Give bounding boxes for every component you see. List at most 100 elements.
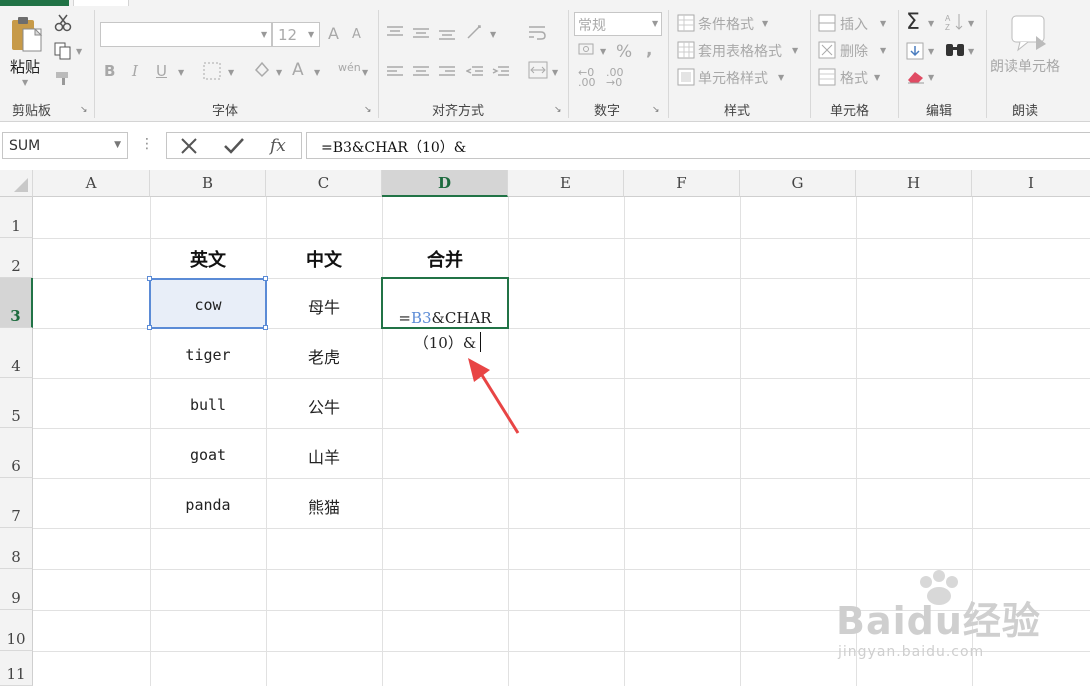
shrink-font-button[interactable]: A (352, 27, 361, 42)
row-header-4[interactable]: 4 (0, 328, 33, 378)
delete-cells-icon[interactable] (818, 41, 836, 63)
paste-dropdown-icon[interactable]: ▼ (22, 78, 28, 87)
row-header-2[interactable]: 2 (0, 238, 33, 278)
fill-dropdown-icon[interactable]: ▼ (928, 47, 934, 56)
name-box-dropdown-icon[interactable]: ▼ (114, 140, 121, 150)
cancel-entry-icon[interactable] (179, 137, 199, 159)
increase-decimal-button[interactable]: ←0 .00 (578, 67, 596, 88)
column-header-f[interactable]: F (624, 170, 740, 197)
format-cells-button[interactable]: 格式 (840, 68, 868, 88)
percent-button[interactable]: % (616, 42, 632, 62)
column-header-e[interactable]: E (508, 170, 624, 197)
font-color-dropdown-icon[interactable]: ▼ (314, 68, 320, 77)
insert-cells-icon[interactable] (818, 14, 836, 36)
cut-icon[interactable] (54, 14, 72, 36)
decrease-decimal-button[interactable]: .00 →0 (606, 67, 624, 88)
insert-function-icon[interactable]: fx (268, 134, 293, 160)
align-bottom-icon[interactable] (438, 28, 456, 47)
autosum-dropdown-icon[interactable]: ▼ (928, 19, 934, 28)
cell-c3[interactable]: 母牛 (266, 294, 382, 318)
select-all-corner[interactable] (0, 170, 33, 197)
cell-styles-button[interactable]: 单元格样式 (698, 68, 768, 88)
format-cells-icon[interactable] (818, 68, 836, 90)
cell-b7[interactable]: panda (150, 496, 266, 514)
cell-c7[interactable]: 熊猫 (266, 494, 382, 518)
column-header-i[interactable]: I (972, 170, 1090, 197)
align-middle-icon[interactable] (412, 26, 430, 45)
fill-icon[interactable] (906, 42, 924, 64)
font-launcher-icon[interactable]: ↘ (364, 105, 372, 115)
sort-filter-icon[interactable]: AZ (944, 12, 966, 36)
cell-b4[interactable]: tiger (150, 346, 266, 364)
row-header-9[interactable]: 9 (0, 569, 33, 610)
selection-handle[interactable] (147, 276, 152, 281)
conditional-format-dropdown-icon[interactable]: ▼ (762, 19, 768, 28)
align-top-icon[interactable] (386, 24, 404, 43)
currency-icon[interactable] (578, 42, 598, 62)
format-as-table-dropdown-icon[interactable]: ▼ (792, 46, 798, 55)
format-as-table-button[interactable]: 套用表格格式 (698, 41, 782, 61)
row-header-8[interactable]: 8 (0, 528, 33, 569)
row-header-3[interactable]: 3 (0, 278, 33, 328)
row-header-10[interactable]: 10 (0, 610, 33, 651)
cell-b6[interactable]: goat (150, 446, 266, 464)
insert-cells-dropdown-icon[interactable]: ▼ (880, 19, 886, 28)
cell-styles-dropdown-icon[interactable]: ▼ (778, 73, 784, 82)
row-header-6[interactable]: 6 (0, 428, 33, 478)
font-size-dropdown-icon[interactable]: ▼ (308, 30, 314, 39)
home-tab[interactable] (73, 0, 129, 6)
column-header-d[interactable]: D (382, 170, 508, 197)
cell-c2[interactable]: 中文 (266, 246, 382, 272)
cell-c4[interactable]: 老虎 (266, 344, 382, 368)
insert-cells-button[interactable]: 插入 (840, 14, 868, 34)
copy-dropdown-icon[interactable]: ▼ (76, 47, 82, 56)
cell-styles-icon[interactable] (677, 68, 695, 90)
fill-color-dropdown-icon[interactable]: ▼ (276, 68, 282, 77)
row-header-7[interactable]: 7 (0, 478, 33, 528)
underline-dropdown-icon[interactable]: ▼ (178, 68, 184, 77)
border-icon[interactable] (203, 62, 221, 84)
column-header-a[interactable]: A (33, 170, 150, 197)
align-center-icon[interactable] (412, 64, 430, 83)
comma-button[interactable]: , (646, 40, 652, 60)
conditional-format-button[interactable]: 条件格式 (698, 14, 754, 34)
delete-cells-dropdown-icon[interactable]: ▼ (880, 46, 886, 55)
merge-dropdown-icon[interactable]: ▼ (552, 68, 558, 77)
delete-cells-button[interactable]: 删除 (840, 41, 868, 61)
paste-icon[interactable] (10, 14, 44, 54)
merge-center-icon[interactable] (528, 60, 548, 84)
align-left-icon[interactable] (386, 64, 404, 83)
currency-dropdown-icon[interactable]: ▼ (600, 47, 606, 56)
worksheet-grid[interactable]: A B C D E F G H I 1 2 3 4 5 6 7 8 9 10 1… (0, 170, 1090, 686)
number-format-dropdown-icon[interactable]: ▼ (652, 19, 658, 28)
number-launcher-icon[interactable]: ↘ (652, 105, 660, 115)
selection-handle[interactable] (263, 325, 268, 330)
cell-b3[interactable]: cow (150, 296, 266, 314)
font-name-field[interactable] (100, 22, 272, 47)
decrease-indent-icon[interactable] (465, 64, 484, 83)
wrap-text-icon[interactable] (528, 24, 546, 46)
conditional-format-icon[interactable] (677, 14, 695, 36)
row-header-5[interactable]: 5 (0, 378, 33, 428)
bold-button[interactable]: B (104, 62, 115, 80)
grow-font-button[interactable]: A (328, 24, 339, 43)
active-cell-editor[interactable]: =B3&CHAR (381, 277, 509, 329)
file-tab[interactable] (0, 0, 69, 6)
row-header-1[interactable]: 1 (0, 197, 33, 238)
clipboard-launcher-icon[interactable]: ↘ (80, 105, 88, 115)
sort-filter-dropdown-icon[interactable]: ▼ (968, 19, 974, 28)
format-cells-dropdown-icon[interactable]: ▼ (874, 73, 880, 82)
cell-c6[interactable]: 山羊 (266, 444, 382, 468)
selection-handle[interactable] (147, 325, 152, 330)
column-header-b[interactable]: B (150, 170, 266, 197)
font-color-button[interactable]: A (292, 60, 304, 80)
copy-icon[interactable] (54, 42, 72, 64)
formula-input[interactable]: =B3&CHAR（10）& (306, 132, 1090, 159)
find-select-dropdown-icon[interactable]: ▼ (968, 47, 974, 56)
column-header-g[interactable]: G (740, 170, 856, 197)
cell-c5[interactable]: 公牛 (266, 394, 382, 418)
orientation-icon[interactable] (466, 22, 488, 46)
paste-button[interactable]: 粘贴 (10, 56, 40, 77)
format-as-table-icon[interactable] (677, 41, 695, 63)
border-dropdown-icon[interactable]: ▼ (228, 68, 234, 77)
